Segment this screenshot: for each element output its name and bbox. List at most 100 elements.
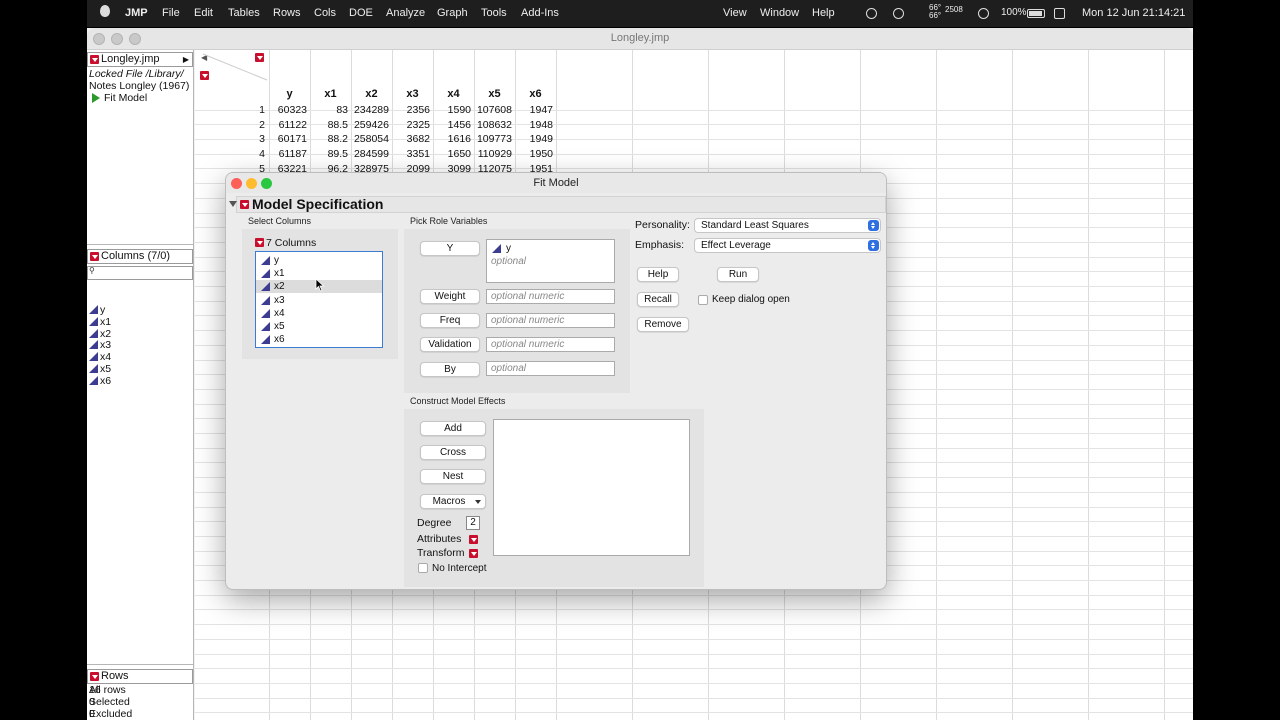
column-item[interactable]: x5 xyxy=(89,363,111,375)
table-cell[interactable]: 60171 xyxy=(269,133,307,145)
column-item[interactable]: x3 xyxy=(89,339,111,351)
apple-icon[interactable] xyxy=(100,5,110,17)
dialog-column-item[interactable]: y xyxy=(256,254,382,267)
y-role-list[interactable]: y optional xyxy=(486,239,615,283)
control-center-icon[interactable] xyxy=(1054,8,1065,19)
column-header[interactable]: x3 xyxy=(392,88,433,100)
column-search-input[interactable]: ⚲ xyxy=(87,266,193,280)
menu-edit[interactable]: Edit xyxy=(194,7,213,19)
add-button[interactable]: Add xyxy=(420,421,486,436)
table-cell[interactable]: 109773 xyxy=(474,133,512,145)
menu-analyze[interactable]: Analyze xyxy=(386,7,425,19)
rows-panel-header[interactable]: Rows xyxy=(87,669,193,684)
red-triangle-icon[interactable] xyxy=(240,200,249,209)
column-header[interactable]: x6 xyxy=(515,88,556,100)
table-cell[interactable]: 2356 xyxy=(392,104,430,116)
column-header[interactable]: x5 xyxy=(474,88,515,100)
red-triangle-icon[interactable] xyxy=(90,252,99,261)
table-cell[interactable]: 1947 xyxy=(515,104,553,116)
run-script-icon[interactable] xyxy=(92,93,100,103)
table-cell[interactable]: 1590 xyxy=(433,104,471,116)
degree-input[interactable]: 2 xyxy=(466,516,480,530)
red-triangle-icon[interactable] xyxy=(90,55,99,64)
recall-button[interactable]: Recall xyxy=(637,292,679,307)
table-cell[interactable]: 3682 xyxy=(392,133,430,145)
play-arrow-icon[interactable]: ▶ xyxy=(183,53,189,66)
freq-role-button[interactable]: Freq xyxy=(420,313,480,328)
table-cell[interactable]: 61187 xyxy=(269,148,307,160)
table-cell[interactable]: 88.5 xyxy=(310,119,348,131)
menu-doe[interactable]: DOE xyxy=(349,7,373,19)
row-number[interactable]: 1 xyxy=(195,104,265,116)
dialog-zoom-button[interactable] xyxy=(261,178,272,189)
freq-role-field[interactable]: optional numeric xyxy=(486,313,615,328)
clock-datetime[interactable]: Mon 12 Jun 21:14:21 xyxy=(1082,7,1185,19)
dialog-column-item[interactable]: x5 xyxy=(256,320,382,333)
table-cell[interactable]: 3351 xyxy=(392,148,430,160)
remove-button[interactable]: Remove xyxy=(637,317,689,332)
column-header[interactable]: x2 xyxy=(351,88,392,100)
table-cell[interactable]: 60323 xyxy=(269,104,307,116)
table-cell[interactable]: 108632 xyxy=(474,119,512,131)
column-header[interactable]: y xyxy=(269,88,310,100)
table-cell[interactable]: 1948 xyxy=(515,119,553,131)
red-triangle-icon[interactable] xyxy=(255,238,264,247)
menu-help[interactable]: Help xyxy=(812,7,835,19)
weight-role-field[interactable]: optional numeric xyxy=(486,289,615,304)
row-number[interactable]: 2 xyxy=(195,119,265,131)
table-cell[interactable]: 258054 xyxy=(351,133,389,145)
validation-role-field[interactable]: optional numeric xyxy=(486,337,615,352)
cross-button[interactable]: Cross xyxy=(420,445,486,460)
row-number[interactable]: 4 xyxy=(195,148,265,160)
transform-red-triangle-icon[interactable] xyxy=(469,549,478,558)
table-cell[interactable]: 107608 xyxy=(474,104,512,116)
red-triangle-icon[interactable] xyxy=(90,672,99,681)
table-cell[interactable]: 1950 xyxy=(515,148,553,160)
column-item[interactable]: y xyxy=(89,304,105,316)
column-item[interactable]: x1 xyxy=(89,316,111,328)
table-cell[interactable]: 83 xyxy=(310,104,348,116)
column-header[interactable]: x1 xyxy=(310,88,351,100)
table-panel-header[interactable]: Longley.jmp ▶ xyxy=(87,52,193,67)
play-icon[interactable] xyxy=(978,8,989,19)
dialog-column-item[interactable]: x3 xyxy=(256,294,382,307)
dialog-close-button[interactable] xyxy=(231,178,242,189)
menu-tools[interactable]: Tools xyxy=(481,7,507,19)
validation-role-button[interactable]: Validation xyxy=(420,337,480,352)
table-cell[interactable]: 1949 xyxy=(515,133,553,145)
column-item[interactable]: x2 xyxy=(89,328,111,340)
dialog-column-item[interactable]: x6 xyxy=(256,333,382,346)
table-cell[interactable]: 110929 xyxy=(474,148,512,160)
menu-tables[interactable]: Tables xyxy=(228,7,260,19)
attributes-red-triangle-icon[interactable] xyxy=(469,535,478,544)
column-item[interactable]: x6 xyxy=(89,375,111,387)
menu-cols[interactable]: Cols xyxy=(314,7,336,19)
menu-window[interactable]: Window xyxy=(760,7,799,19)
row-number[interactable]: 3 xyxy=(195,133,265,145)
menu-graph[interactable]: Graph xyxy=(437,7,468,19)
table-cell[interactable]: 1650 xyxy=(433,148,471,160)
table-cell[interactable]: 259426 xyxy=(351,119,389,131)
menu-file[interactable]: File xyxy=(162,7,180,19)
table-cell[interactable]: 284599 xyxy=(351,148,389,160)
model-effects-list[interactable] xyxy=(493,419,690,556)
y-role-button[interactable]: Y xyxy=(420,241,480,256)
nest-button[interactable]: Nest xyxy=(420,469,486,484)
table-cell[interactable]: 89.5 xyxy=(310,148,348,160)
menu-rows[interactable]: Rows xyxy=(273,7,301,19)
personality-select[interactable]: Standard Least Squares xyxy=(694,218,881,233)
menu-app[interactable]: JMP xyxy=(125,7,148,19)
macros-button[interactable]: Macros xyxy=(420,494,486,509)
weight-role-button[interactable]: Weight xyxy=(420,289,480,304)
fit-model-script[interactable]: Fit Model xyxy=(89,92,147,104)
dialog-column-item[interactable]: x4 xyxy=(256,307,382,320)
disclosure-icon[interactable] xyxy=(229,201,237,207)
column-item[interactable]: x4 xyxy=(89,351,111,363)
keep-dialog-open-checkbox[interactable] xyxy=(698,295,708,305)
dialog-minimize-button[interactable] xyxy=(246,178,257,189)
menu-addins[interactable]: Add-Ins xyxy=(521,7,559,19)
table-cell[interactable]: 234289 xyxy=(351,104,389,116)
column-header[interactable]: x4 xyxy=(433,88,474,100)
menu-view[interactable]: View xyxy=(723,7,747,19)
help-button[interactable]: Help xyxy=(637,267,679,282)
